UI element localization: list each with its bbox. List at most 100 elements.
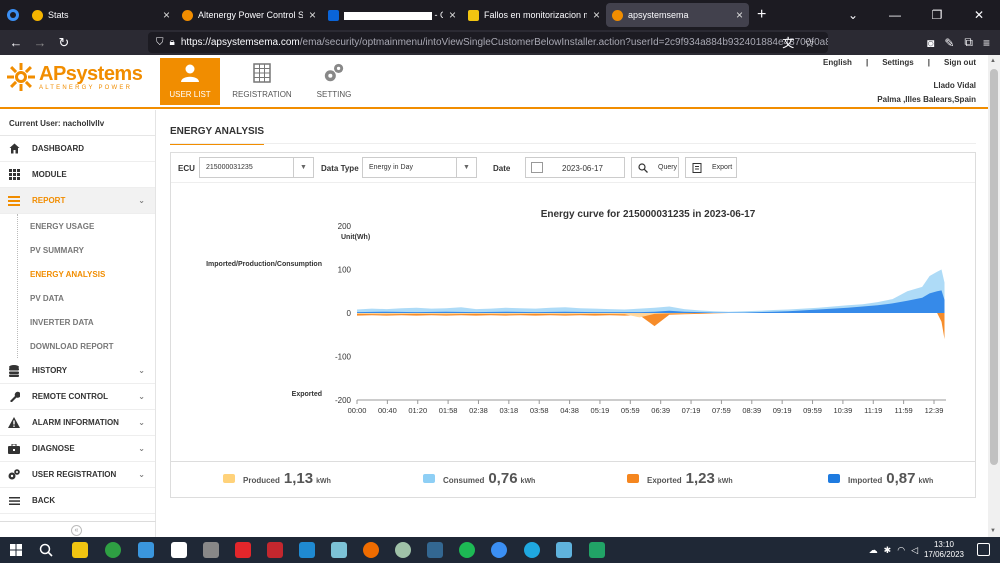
sidebar-item-alarm-information[interactable]: ALARM INFORMATION ⌄ [0,410,155,436]
lock-icon[interactable]: 🔒︎ [170,37,175,48]
translate-icon[interactable]: 文 [782,34,794,51]
title-divider [170,143,976,144]
search-icon[interactable] [39,543,53,557]
hamburger-menu-icon[interactable]: ≡ [983,36,990,50]
sidebar-item-remote-control[interactable]: REMOTE CONTROL ⌄ [0,384,155,410]
pocket-icon[interactable]: ◙ [927,36,934,50]
y-tick-label: 100 [338,266,352,275]
reload-icon[interactable]: ↻ [52,35,76,51]
scroll-up-icon[interactable]: ▲ [990,58,996,64]
sidebar-item-report[interactable]: REPORT ⌄ [0,188,155,214]
tab-stats[interactable]: Stats × [26,0,176,30]
sidebar-subitem-pv-data[interactable]: PV DATA [1,286,155,310]
x-tick-label: 11:19 [864,406,882,415]
close-icon[interactable]: × [449,8,456,22]
tab-list-chevron-icon[interactable]: ⌄ [832,8,874,22]
app-icon[interactable] [363,542,379,558]
new-tab-plus-icon[interactable]: + [749,6,774,24]
volume-icon[interactable]: ◁ [911,545,918,556]
control-panel-icon[interactable] [138,542,154,558]
page-scrollbar[interactable]: ▲ ▼ [988,55,1000,537]
url-bar[interactable]: ⛉ 🔒︎ https://apsystemsema.com/ema/securi… [148,32,828,53]
acrobat-icon[interactable] [235,542,251,558]
nav-registration[interactable]: REGISTRATION [232,58,292,105]
sidebar-subitem-inverter-data[interactable]: INVERTER DATA [1,310,155,334]
sidebar-subitem-pv-summary[interactable]: PV SUMMARY [1,238,155,262]
sidebar-item-dashboard[interactable]: DASHBOARD [0,136,155,162]
sidebar-subitem-energy-analysis[interactable]: ENERGY ANALYSIS [1,262,155,286]
briefcase-icon [8,443,20,455]
language-link[interactable]: English [823,58,852,67]
sidebar-subitem-energy-usage[interactable]: ENERGY USAGE [1,214,155,238]
tab-outlook[interactable]: - Cl × [322,0,462,30]
close-icon[interactable]: × [593,8,600,22]
postgres-icon[interactable] [427,542,443,558]
sidebar-item-module[interactable]: MODULE [0,162,155,188]
sidebar-item-back[interactable]: BACK [0,488,155,514]
chevron-down-icon: ⌄ [138,366,145,375]
windows-start-icon[interactable] [10,544,22,556]
sidebar-subitem-download-report[interactable]: DOWNLOAD REPORT [1,334,155,358]
collapse-sidebar-icon[interactable]: « [71,525,82,536]
y-tick-label: 200 [338,222,352,231]
tab-fallos[interactable]: Fallos en monitorizacion micro × [462,0,606,30]
chrome-icon[interactable] [105,542,121,558]
notification-icon[interactable] [977,543,990,556]
series-area-consumed [357,269,945,313]
apsystems-logo[interactable]: APsystems ALTENERGY POWER [6,62,143,92]
energy-curve-chart: 200 100 0 -100 -20000:00 00:40 01:20 01:58 02:38… [335,222,946,415]
legend-swatch [223,474,235,483]
restore-icon[interactable]: ❐ [916,8,958,22]
nav-user-list[interactable]: USER LIST [160,58,220,105]
file-explorer-icon[interactable] [72,542,88,558]
cloud-icon[interactable]: ☁ [869,545,878,556]
taskbar-clock[interactable]: 13:10 17/06/2023 [924,540,964,560]
sidebar-item-history[interactable]: HISTORY ⌄ [0,358,155,384]
system-tray: ☁ ✱ ◠ ◁ [869,545,918,556]
legend-swatch [627,474,639,483]
notepad-icon[interactable] [171,542,187,558]
excel-icon[interactable] [589,542,605,558]
x-tick-label: 07:19 [682,406,701,415]
sidebar-item-user-registration[interactable]: USER REGISTRATION ⌄ [0,462,155,488]
spotify-icon[interactable] [459,542,475,558]
settings-link[interactable]: Settings [882,58,914,67]
close-icon[interactable]: × [309,8,316,22]
calculator-icon[interactable] [203,542,219,558]
edge-icon[interactable] [524,542,540,558]
tab-altenergy[interactable]: Altenergy Power Control Software × [176,0,322,30]
shield-icon[interactable]: ⛉ [156,37,164,48]
back-arrow-icon[interactable]: ← [4,35,28,50]
window-close-icon[interactable]: ✕ [958,8,1000,22]
chevron-down-icon: ⌄ [138,392,145,401]
scrollbar-thumb[interactable] [990,69,998,465]
app-icon[interactable] [556,542,572,558]
firefox-menu-icon[interactable] [0,0,26,30]
scroll-down-icon[interactable]: ▼ [990,528,996,534]
close-icon[interactable]: × [736,8,743,22]
sidebar-collapse-bar: « [0,521,156,537]
firefox-icon[interactable] [491,542,507,558]
bluetooth-icon[interactable]: ✱ [884,545,892,556]
forward-arrow-icon[interactable]: → [28,35,52,50]
header-links: English | Settings | Sign out [823,58,976,67]
sidebar-item-diagnose[interactable]: DIAGNOSE ⌄ [0,436,155,462]
app-icon[interactable] [331,542,347,558]
app-icon[interactable] [395,542,411,558]
x-tick-label: 03:58 [530,406,549,415]
tab-apsystemsema[interactable]: apsystemsema × [606,3,749,27]
vscode-icon[interactable] [299,542,315,558]
legend-bar: Produced 1,13 kWh Consumed 0,76 kWh Expo… [171,461,975,497]
filezilla-icon[interactable] [267,542,283,558]
tools-icon[interactable]: ✎ [944,36,954,50]
extensions-icon[interactable]: ⧉ [964,35,973,50]
sign-out-link[interactable]: Sign out [944,58,976,67]
nav-setting[interactable]: SETTING [304,58,364,105]
minimize-icon[interactable]: — [874,8,916,22]
bookmark-star-icon[interactable]: ☆ [804,36,815,50]
x-tick-label: 00:40 [378,406,397,415]
close-icon[interactable]: × [163,8,170,22]
stats-favicon-icon [32,9,43,21]
apsystems-logo-icon [6,62,36,92]
wifi-icon[interactable]: ◠ [897,545,905,556]
